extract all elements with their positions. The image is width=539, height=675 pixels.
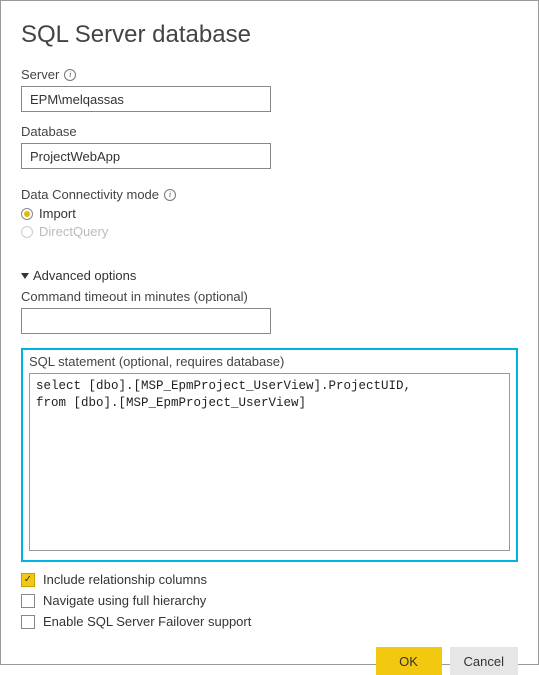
database-field: Database xyxy=(21,124,518,169)
info-icon[interactable]: i xyxy=(64,69,76,81)
database-input[interactable] xyxy=(21,143,271,169)
sql-statement-input[interactable] xyxy=(29,373,510,551)
enable-failover-label: Enable SQL Server Failover support xyxy=(43,614,251,629)
cancel-button[interactable]: Cancel xyxy=(450,647,518,675)
checkbox-icon xyxy=(21,615,35,629)
include-relationship-checkbox[interactable]: ✓ Include relationship columns xyxy=(21,572,518,587)
checkbox-icon xyxy=(21,594,35,608)
radio-directquery: DirectQuery xyxy=(21,224,518,239)
sql-statement-label: SQL statement (optional, requires databa… xyxy=(29,354,510,369)
timeout-field: Command timeout in minutes (optional) xyxy=(21,289,518,334)
chevron-down-icon xyxy=(21,273,29,279)
include-relationship-label: Include relationship columns xyxy=(43,572,207,587)
dialog-footer: OK Cancel xyxy=(21,629,518,675)
radio-icon xyxy=(21,226,33,238)
database-label-text: Database xyxy=(21,124,77,139)
server-label-text: Server xyxy=(21,67,59,82)
dialog-title: SQL Server database xyxy=(21,21,518,49)
advanced-options-label: Advanced options xyxy=(33,268,136,283)
timeout-label: Command timeout in minutes (optional) xyxy=(21,289,518,304)
server-field: Server i xyxy=(21,67,518,112)
navigate-full-label: Navigate using full hierarchy xyxy=(43,593,206,608)
radio-icon xyxy=(21,208,33,220)
radio-dot-icon xyxy=(24,211,30,217)
connectivity-label-text: Data Connectivity mode xyxy=(21,187,159,202)
server-input[interactable] xyxy=(21,86,271,112)
connectivity-mode: Data Connectivity mode i Import DirectQu… xyxy=(21,187,518,242)
radio-import[interactable]: Import xyxy=(21,206,518,221)
navigate-full-hierarchy-checkbox[interactable]: Navigate using full hierarchy xyxy=(21,593,518,608)
enable-failover-checkbox[interactable]: Enable SQL Server Failover support xyxy=(21,614,518,629)
database-label: Database xyxy=(21,124,518,139)
sql-statement-area: SQL statement (optional, requires databa… xyxy=(21,348,518,562)
radio-directquery-label: DirectQuery xyxy=(39,224,108,239)
ok-button[interactable]: OK xyxy=(376,647,442,675)
timeout-label-text: Command timeout in minutes (optional) xyxy=(21,289,248,304)
radio-import-label: Import xyxy=(39,206,76,221)
connectivity-label: Data Connectivity mode i xyxy=(21,187,518,202)
sql-server-database-dialog: SQL Server database Server i Database Da… xyxy=(0,0,539,665)
advanced-options-toggle[interactable]: Advanced options xyxy=(21,268,518,283)
info-icon[interactable]: i xyxy=(164,189,176,201)
server-label: Server i xyxy=(21,67,518,82)
checkbox-icon: ✓ xyxy=(21,573,35,587)
timeout-input[interactable] xyxy=(21,308,271,334)
